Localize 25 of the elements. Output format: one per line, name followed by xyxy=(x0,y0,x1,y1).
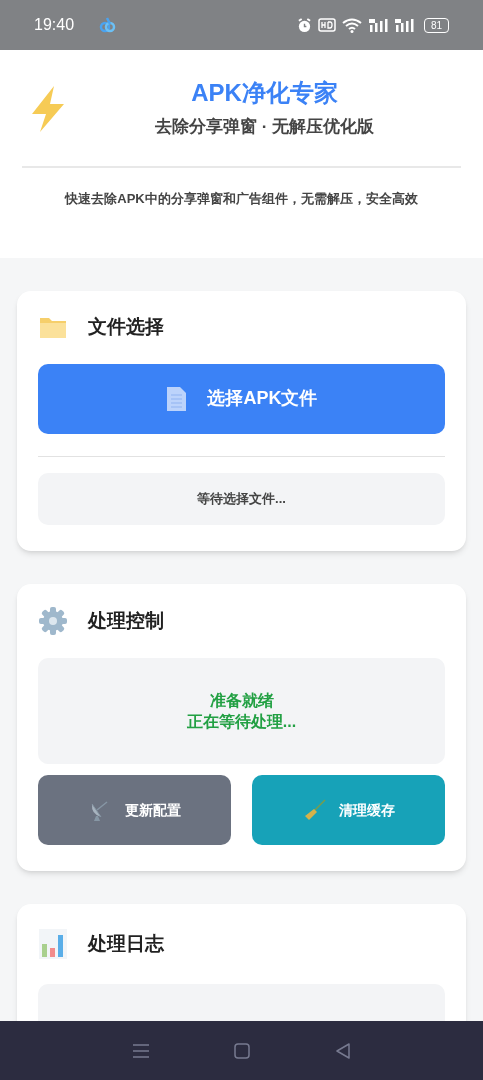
app-title: APK净化专家 xyxy=(191,78,338,108)
bar-chart-icon xyxy=(38,928,68,960)
card-title: 处理日志 xyxy=(88,931,164,956)
signal-icon xyxy=(367,17,388,33)
menu-icon[interactable] xyxy=(131,1042,150,1059)
status-message: 准备就绪 正在等待处理... xyxy=(186,691,297,732)
app-description: 快速去除APK中的分享弹窗和广告组件，无需解压，安全高效 xyxy=(63,189,419,207)
hd-icon xyxy=(317,18,336,32)
alarm-icon xyxy=(296,17,312,33)
card-title: 处理控制 xyxy=(88,608,164,633)
file-status-text: 等待选择文件... xyxy=(38,472,445,525)
gear-icon xyxy=(38,606,68,636)
document-icon xyxy=(165,385,188,412)
battery-indicator: 81 xyxy=(423,17,449,33)
update-config-button[interactable]: 更新配置 xyxy=(38,775,231,845)
clear-cache-button[interactable]: 清理缓存 xyxy=(252,775,445,845)
app-notification-icon xyxy=(98,16,117,34)
select-apk-button[interactable]: 选择APK文件 xyxy=(38,363,445,434)
card-title: 文件选择 xyxy=(88,315,164,339)
app-subtitle: 去除分享弹窗 · 无解压优化版 xyxy=(154,116,375,138)
back-icon[interactable] xyxy=(333,1041,352,1060)
status-time: 19:40 xyxy=(34,15,75,35)
home-icon[interactable] xyxy=(232,1041,251,1060)
signal-icon xyxy=(393,17,414,33)
wifi-icon xyxy=(341,17,362,33)
